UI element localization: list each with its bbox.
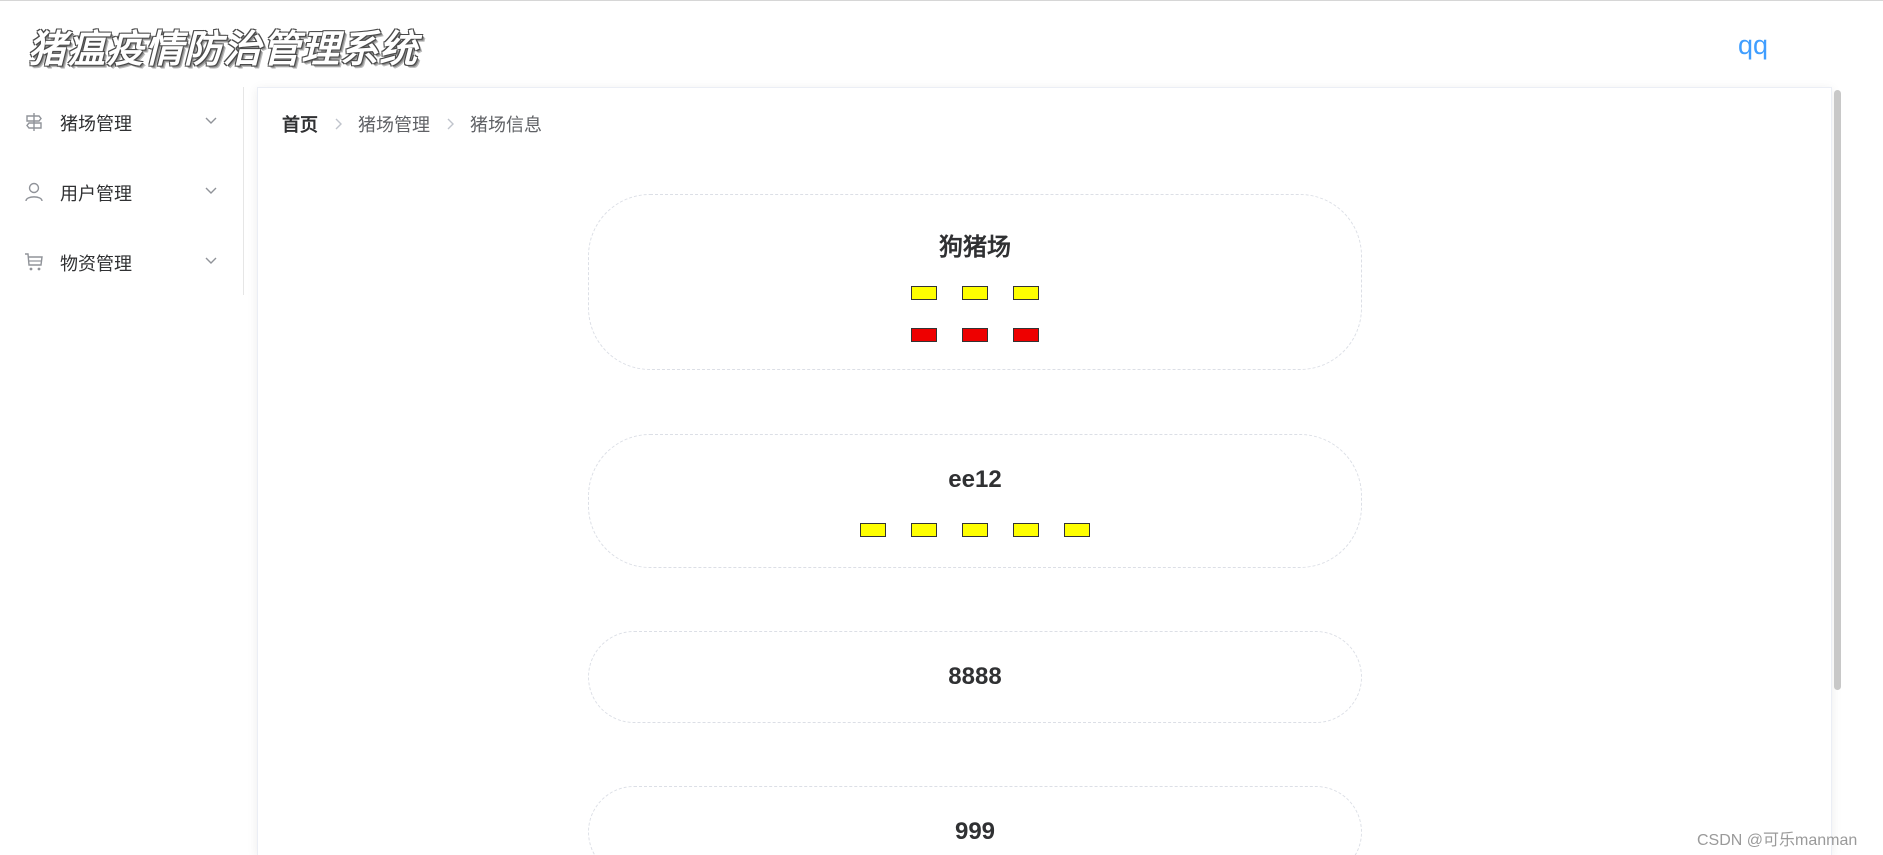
- cart-icon: [25, 253, 43, 271]
- farm-name: 狗猪场: [939, 234, 1011, 261]
- pen-yellow[interactable]: [962, 523, 988, 537]
- app-logo-title: 猪瘟疫情防治管理系统: [28, 26, 419, 71]
- sidebar-item-label: 物资管理: [60, 254, 132, 274]
- chevron-right-icon: [335, 118, 342, 130]
- pen-red[interactable]: [1013, 328, 1039, 342]
- breadcrumb: 首页 猪场管理 猪场信息: [282, 111, 542, 137]
- sidebar-item-farm-management[interactable]: 猪场管理: [0, 87, 243, 157]
- watermark: CSDN @可乐manman: [1697, 832, 1858, 849]
- farm-name: 8888: [948, 663, 1002, 690]
- sidebar-item-label: 猪场管理: [60, 114, 132, 134]
- signpost-icon: [26, 113, 42, 131]
- chevron-down-icon: [205, 187, 217, 194]
- pen-red[interactable]: [911, 328, 937, 342]
- main-content-panel: 首页 猪场管理 猪场信息 狗猪场 ee12 8888 999: [257, 87, 1832, 855]
- chevron-right-icon: [447, 118, 454, 130]
- farm-name: ee12: [948, 466, 1002, 493]
- pen-yellow[interactable]: [1013, 286, 1039, 300]
- farm-card[interactable]: 狗猪场: [588, 194, 1362, 370]
- pen-row: [589, 523, 1361, 537]
- pen-yellow[interactable]: [911, 523, 937, 537]
- vertical-scrollbar[interactable]: [1834, 90, 1841, 690]
- farm-card[interactable]: ee12: [588, 434, 1362, 568]
- farm-card[interactable]: 8888: [588, 631, 1362, 723]
- user-name-link[interactable]: qq: [1738, 30, 1768, 61]
- breadcrumb-farm-info: 猪场信息: [470, 115, 542, 135]
- pen-yellow[interactable]: [911, 286, 937, 300]
- chevron-down-icon: [205, 257, 217, 264]
- chevron-down-icon: [205, 117, 217, 124]
- sidebar-item-label: 用户管理: [60, 184, 132, 204]
- user-icon: [25, 182, 43, 202]
- sidebar-menu: 猪场管理 用户管理 物资管理: [0, 87, 244, 295]
- pen-yellow[interactable]: [860, 523, 886, 537]
- pen-row: [589, 286, 1361, 300]
- sidebar-item-user-management[interactable]: 用户管理: [0, 157, 243, 227]
- pen-yellow[interactable]: [1064, 523, 1090, 537]
- farm-name: 999: [954, 818, 996, 845]
- sidebar-item-supplies-management[interactable]: 物资管理: [0, 227, 243, 297]
- farm-card[interactable]: 999: [588, 786, 1362, 855]
- pen-yellow[interactable]: [1013, 523, 1039, 537]
- pen-yellow[interactable]: [962, 286, 988, 300]
- breadcrumb-farm-management[interactable]: 猪场管理: [358, 111, 430, 137]
- top-border: [0, 0, 1883, 1]
- pen-row: [589, 328, 1361, 342]
- breadcrumb-home[interactable]: 首页: [282, 111, 318, 137]
- pen-red[interactable]: [962, 328, 988, 342]
